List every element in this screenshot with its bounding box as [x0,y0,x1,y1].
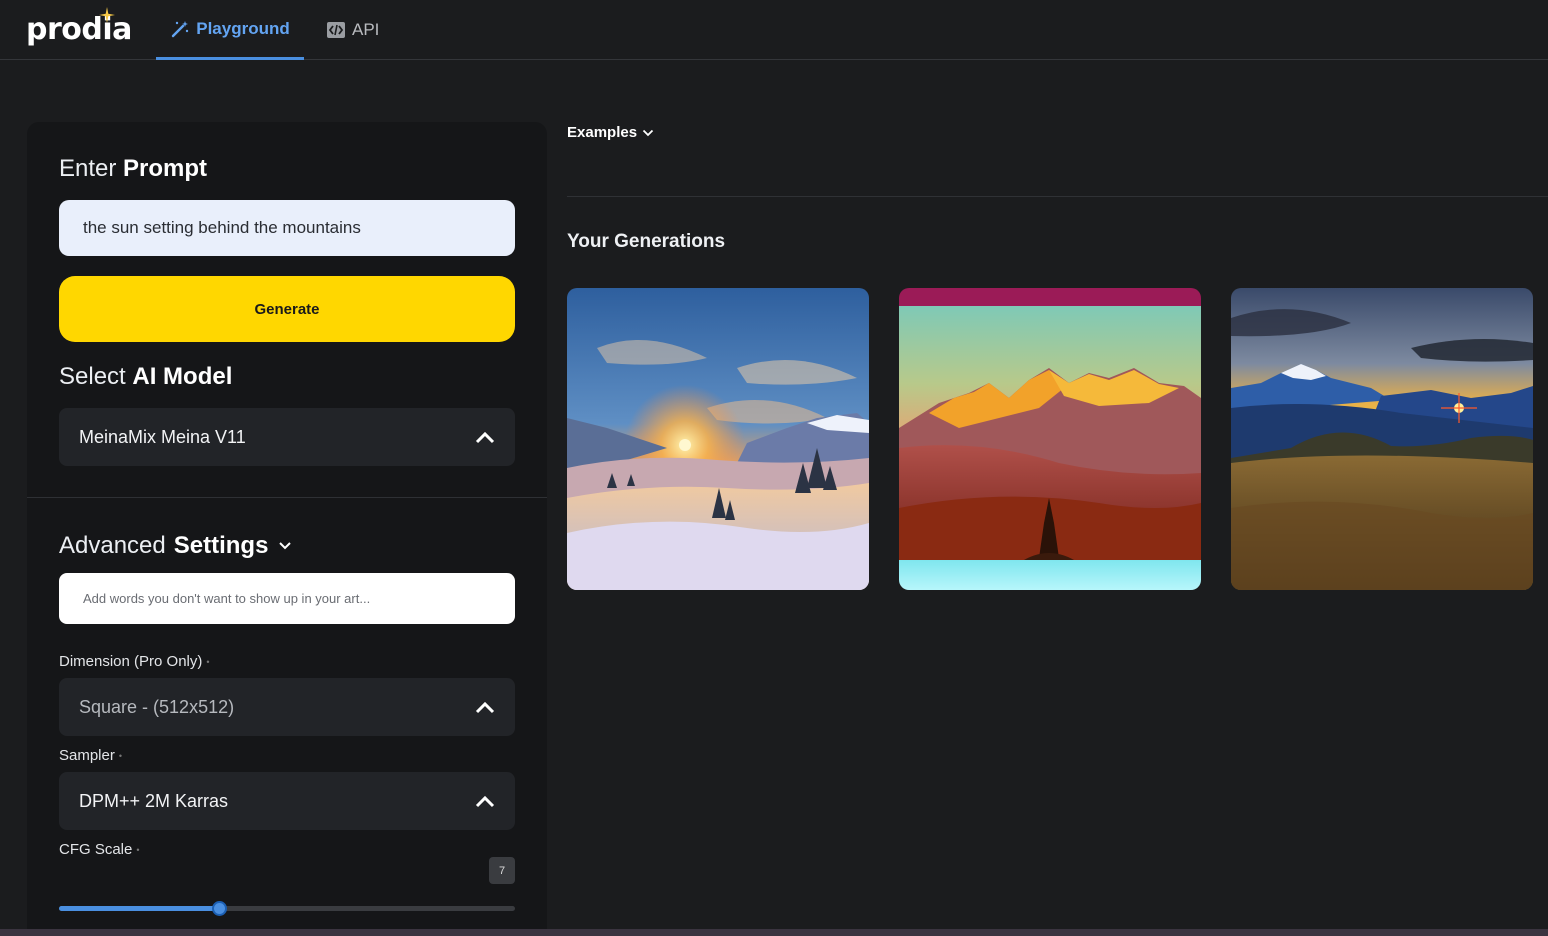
chevron-up-icon [475,701,495,714]
generate-button[interactable]: Generate [59,276,515,342]
info-dot-icon: • [136,845,140,856]
tab-api[interactable]: API [326,0,379,60]
prompt-heading-bold: Prompt [123,155,208,182]
advanced-settings-toggle[interactable]: Advanced Settings [59,532,292,560]
cfg-scale-label: CFG Scale • [59,841,140,858]
code-icon [327,22,345,38]
generation-image-3[interactable] [1231,288,1533,590]
info-dot-icon: • [118,751,123,762]
chevron-down-icon [642,129,654,136]
cfg-scale-label-text: CFG Scale [59,841,133,858]
sampler-select[interactable]: DPM++ 2M Karras [59,772,515,830]
dimension-label-text: Dimension (Pro Only) [59,653,203,670]
model-heading-prefix: Select [59,363,126,390]
sparkle-icon [99,7,115,23]
generation-image-2[interactable] [899,288,1201,590]
chevron-up-icon [475,795,495,808]
main-divider [567,196,1548,197]
chevron-up-icon [475,431,495,444]
negative-prompt-input[interactable]: Add words you don't want to show up in y… [59,573,515,624]
model-select-value: MeinaMix Meina V11 [79,426,246,447]
cfg-scale-slider[interactable] [59,901,515,916]
examples-label: Examples [567,124,638,141]
prompt-heading-prefix: Enter [59,155,117,182]
magic-wand-icon [172,20,189,37]
panel-divider [27,497,547,498]
generations-title: Your Generations [567,231,726,252]
dimension-label: Dimension (Pro Only) • [59,653,210,670]
chevron-down-icon [279,542,292,550]
advanced-heading-bold: Settings [173,532,269,559]
top-nav: prodia Playground API [0,0,1548,60]
info-dot-icon: • [206,657,210,668]
sampler-select-value: DPM++ 2M Karras [79,790,229,811]
prompt-input[interactable]: the sun setting behind the mountains [59,200,515,256]
generation-image-1[interactable] [567,288,869,590]
tab-playground-label: Playground [196,18,290,38]
cfg-slider-fill [59,906,219,911]
cfg-scale-value: 7 [489,857,515,884]
model-select[interactable]: MeinaMix Meina V11 [59,408,515,466]
cfg-slider-thumb[interactable] [212,901,227,916]
tab-api-label: API [352,20,380,39]
tab-playground[interactable]: Playground [156,0,304,60]
taskbar-strip [0,929,1548,936]
settings-panel: Enter Prompt the sun setting behind the … [27,122,547,936]
prompt-heading: Enter Prompt [59,155,207,183]
model-heading: Select AI Model [59,363,232,391]
dimension-select-value: Square - (512x512) [79,696,235,717]
advanced-heading-prefix: Advanced [59,532,166,559]
dimension-select[interactable]: Square - (512x512) [59,678,515,736]
sampler-label: Sampler • [59,747,122,764]
examples-dropdown[interactable]: Examples [567,124,654,141]
model-heading-bold: AI Model [132,363,233,390]
sampler-label-text: Sampler [59,747,115,764]
prodia-logo[interactable]: prodia [26,12,132,47]
